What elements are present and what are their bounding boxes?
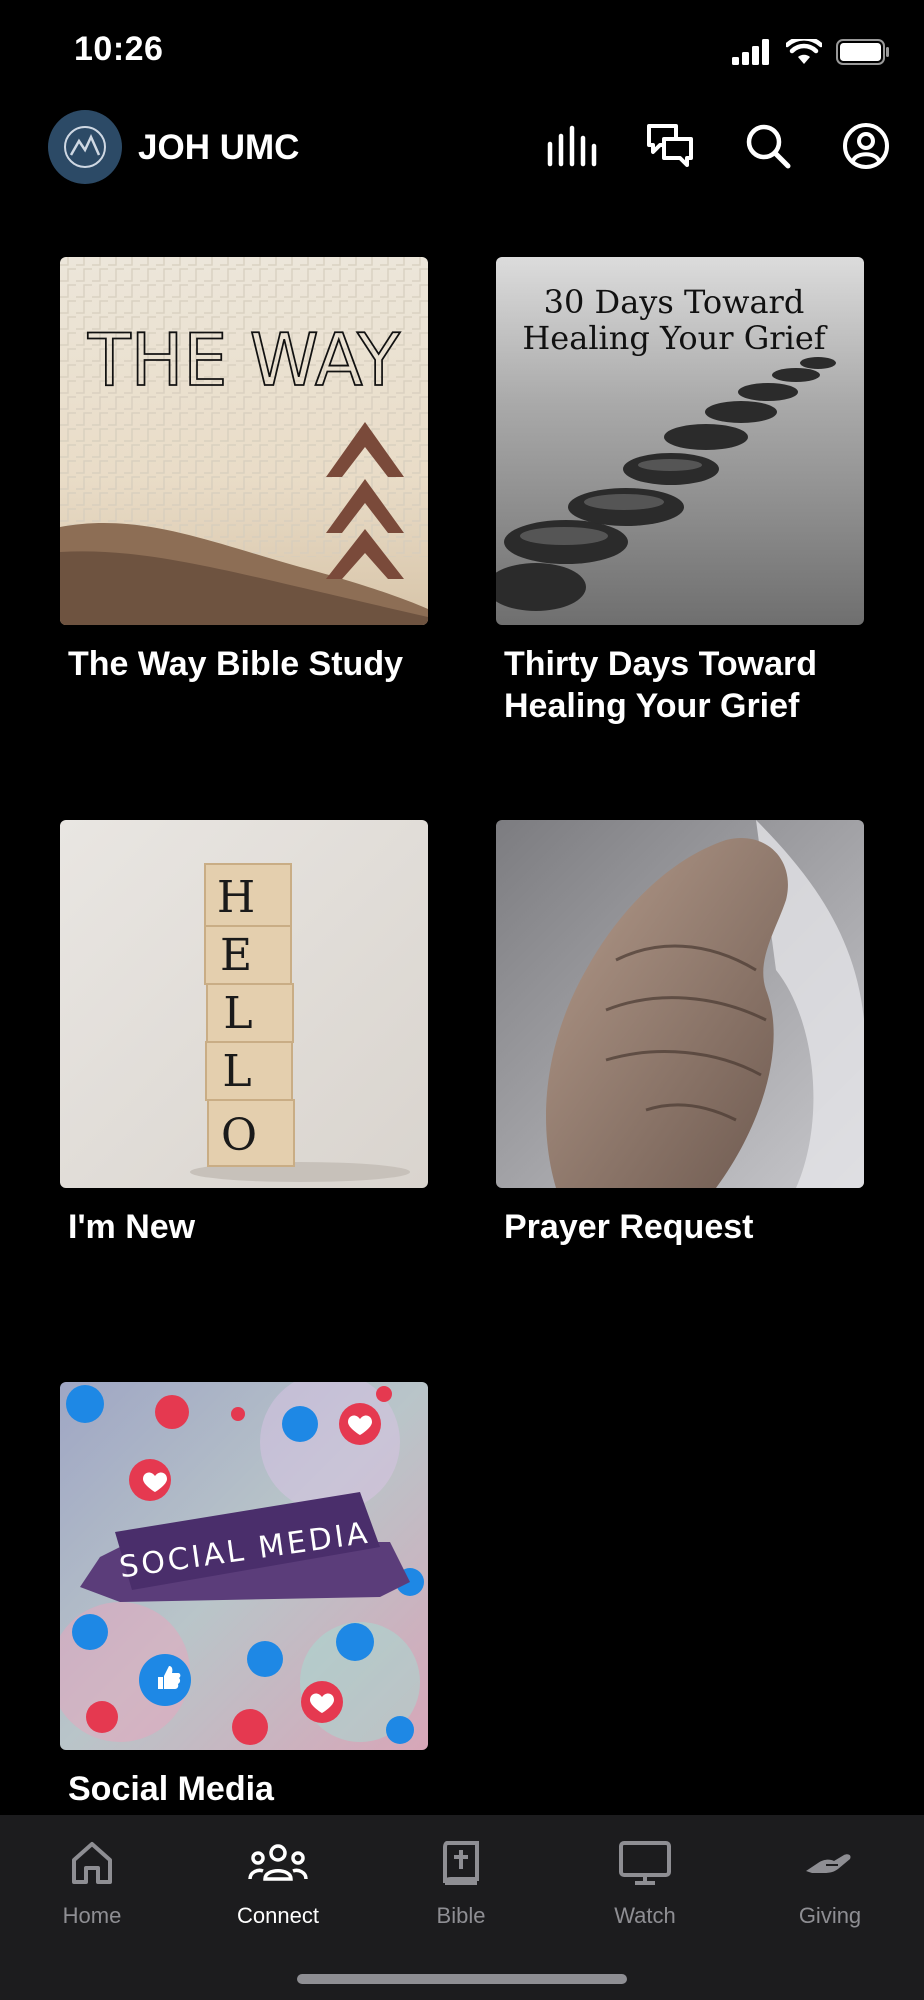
tab-giving[interactable]: Giving — [760, 1833, 900, 1929]
hello-letter-3: L — [223, 988, 252, 1039]
tile-the-way-bible-study[interactable]: THE WAY The Way Bible Study — [60, 257, 428, 685]
tile-social-media[interactable]: SOCIAL MEDIA Social Media — [60, 1382, 428, 1810]
bible-icon — [443, 1841, 479, 1885]
church-logo[interactable] — [48, 110, 122, 184]
tab-bible[interactable]: Bible — [391, 1833, 531, 1929]
the-way-art-title: THE WAY — [87, 318, 401, 402]
chat-bubbles-icon — [647, 124, 693, 167]
home-indicator[interactable] — [297, 1974, 627, 1984]
tab-giving-label: Giving — [798, 1903, 862, 1928]
praying-hands-artwork — [496, 820, 864, 1188]
hello-letter-5: O — [221, 1110, 257, 1161]
profile-icon — [843, 123, 889, 169]
hello-letter-1: H — [217, 872, 255, 923]
tile-thirty-days-grief[interactable]: 30 Days Toward Healing Your Grief Thirty… — [496, 257, 864, 727]
tab-bible-label: Bible — [436, 1903, 486, 1928]
signal-icon — [732, 39, 769, 65]
tile-label: The Way Bible Study — [68, 645, 404, 683]
app-title: JOH UMC — [138, 128, 300, 167]
search-icon — [746, 124, 791, 169]
tile-label: Social Media — [68, 1770, 274, 1808]
app-header: JOH UMC — [0, 108, 924, 188]
profile-button[interactable] — [838, 118, 894, 174]
tile-label: I'm New — [68, 1208, 196, 1246]
tile-label: Thirty Days Toward Healing Your Grief — [504, 645, 817, 725]
tile-prayer-request[interactable]: Prayer Request — [496, 820, 864, 1248]
bottom-tab-bar: Home Connect Bible Watch Giving — [0, 1815, 924, 2000]
mountain-logo-icon — [64, 126, 106, 168]
tile-im-new[interactable]: H E L L O I'm New — [60, 820, 428, 1248]
search-button[interactable] — [740, 118, 796, 174]
audio-bars-icon — [547, 125, 597, 167]
social-media-artwork: SOCIAL MEDIA — [60, 1382, 428, 1750]
status-icons — [732, 34, 890, 70]
messages-button[interactable] — [642, 118, 698, 174]
battery-icon — [836, 39, 889, 65]
hello-letter-4: L — [222, 1046, 251, 1097]
tab-watch-label: Watch — [614, 1903, 676, 1928]
home-icon — [72, 1842, 112, 1884]
grief-artwork: 30 Days Toward Healing Your Grief — [496, 257, 864, 625]
monitor-icon — [619, 1841, 671, 1885]
status-time: 10:26 — [74, 30, 164, 68]
audio-button[interactable] — [544, 118, 600, 174]
tab-home[interactable]: Home — [22, 1833, 162, 1929]
tile-label: Prayer Request — [504, 1208, 754, 1246]
giving-hand-icon — [806, 1854, 851, 1873]
tab-connect[interactable]: Connect — [208, 1833, 348, 1929]
header-actions — [544, 118, 894, 174]
grief-art-line1: 30 Days Toward — [544, 283, 805, 321]
tab-home-label: Home — [62, 1903, 122, 1928]
tab-connect-label: Connect — [237, 1903, 319, 1928]
wifi-icon — [786, 39, 822, 64]
hello-blocks-artwork: H E L L O — [60, 820, 428, 1188]
people-icon — [248, 1844, 308, 1881]
tab-watch[interactable]: Watch — [575, 1833, 715, 1929]
the-way-artwork: THE WAY — [60, 257, 428, 625]
status-bar: 10:26 — [0, 0, 924, 100]
grief-art-line2: Healing Your Grief — [522, 319, 827, 357]
hello-letter-2: E — [220, 930, 252, 981]
